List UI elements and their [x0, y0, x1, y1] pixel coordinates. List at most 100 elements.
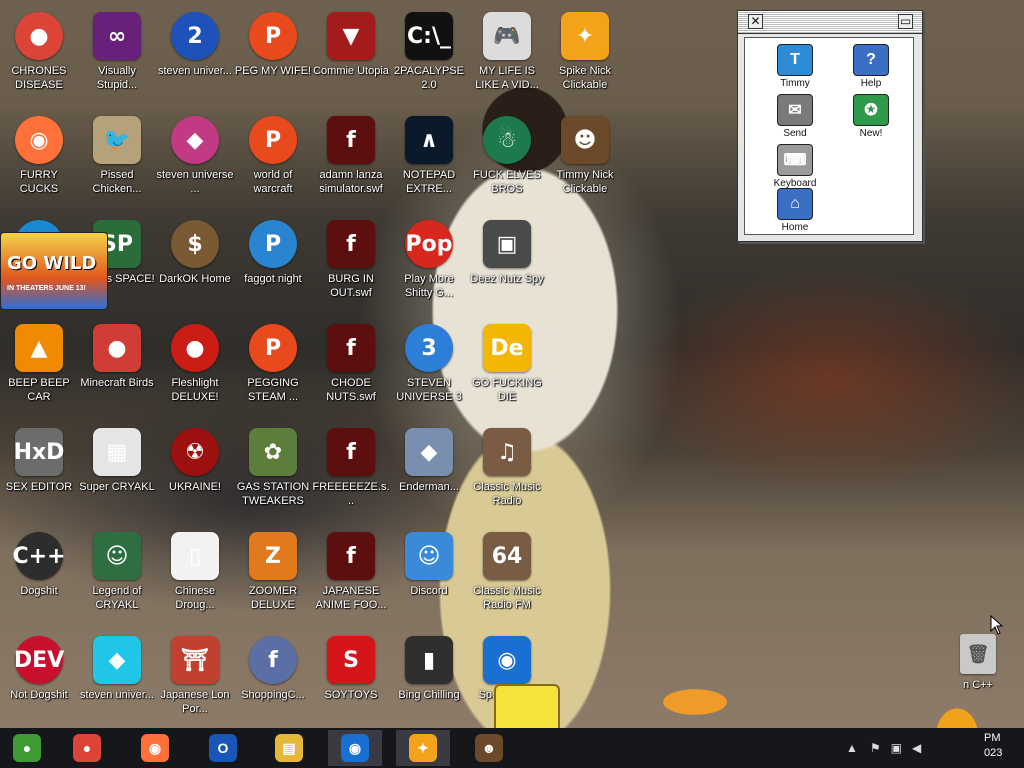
desktop-icon-label: BEEP BEEP CAR [8, 377, 70, 403]
desktop-icon[interactable]: C++ Dogshit [0, 530, 78, 630]
app-icon: ▯ [171, 532, 219, 580]
app-icon: P [249, 220, 297, 268]
desktop-icon[interactable]: ∧ NOTEPAD EXTRE... [390, 114, 468, 214]
desktop-icon-label: Not Dogshit [10, 689, 68, 701]
desktop-icon-label: Play More Shitty G... [404, 273, 454, 299]
app-icon: 3 [405, 324, 453, 372]
taskbar-firefox-button[interactable]: ◉ [128, 730, 182, 766]
taskbar-obama-button[interactable]: O [196, 730, 250, 766]
desktop-icon[interactable]: ✦ Spike Nick Clickable [546, 10, 624, 110]
desktop-icon[interactable]: ▼ Commie Utopia [312, 10, 390, 110]
desktop-icon[interactable]: De GO FUCKING DIE [468, 322, 546, 422]
desktop-icon[interactable]: P PEGGING STEAM ... [234, 322, 312, 422]
desktop-icon[interactable]: f FREEEEEZE.s... [312, 426, 390, 526]
desktop-icon[interactable]: C:\_ 2PACALYPSE 2.0 [390, 10, 468, 110]
launcher-item[interactable]: ⌨ Keyboard [765, 144, 825, 189]
desktop-icon[interactable]: f JAPANESE ANIME FOO... [312, 530, 390, 630]
clock-time: PM [984, 732, 1001, 744]
app-icon: f [249, 636, 297, 684]
flag-icon[interactable]: ⚑ [870, 741, 881, 755]
desktop-icon[interactable]: ✿ GAS STATION TWEAKERS [234, 426, 312, 526]
desktop-icon[interactable]: ▯ Chinese Droug... [156, 530, 234, 630]
desktop-icon[interactable]: S SOYTOYS [312, 634, 390, 728]
desktop-icon[interactable]: 🎮 MY LIFE IS LIKE A VID... [468, 10, 546, 110]
desktop-icon[interactable]: f BURG IN OUT.swf [312, 218, 390, 318]
clock[interactable]: PM 023 [984, 731, 1024, 761]
chrome-alt-icon: ● [13, 734, 41, 762]
app-icon: ▼ [327, 12, 375, 60]
desktop-icon[interactable]: 3 STEVEN UNIVERSE 3 [390, 322, 468, 422]
desktop-icon[interactable]: ♫ Classic Music Radio [468, 426, 546, 526]
taskbar-chrome-alt-button[interactable]: ● [0, 730, 54, 766]
desktop-icon[interactable]: ● Fleshlight DELUXE! [156, 322, 234, 422]
desktop-icon[interactable]: ∞ Visually Stupid... [78, 10, 156, 110]
collapse-icon[interactable]: ▭ [898, 14, 913, 29]
desktop-icon[interactable]: ⛩ Japanese Lon Por... [156, 634, 234, 728]
desktop-icon-label: PEGGING STEAM ... [247, 377, 299, 403]
volume-icon[interactable]: ◀ [912, 741, 921, 755]
desktop-icon[interactable]: Pworld of warcraft [234, 114, 312, 214]
desktop-icon-label: steven univer... [158, 65, 232, 77]
launcher-item[interactable]: ✉ Send [765, 94, 825, 139]
app-icon: De [483, 324, 531, 372]
desktop-icon[interactable]: ▲ BEEP BEEP CAR [0, 322, 78, 422]
desktop-icon[interactable]: ▣ Deez Nutz Spy [468, 218, 546, 318]
app-icon: Pop [405, 220, 453, 268]
taskbar-timmy-nick-button[interactable]: ☻ [462, 730, 516, 766]
app-icon: DEV [14, 636, 64, 684]
desktop-icon[interactable]: ● Minecraft Birds [78, 322, 156, 422]
desktop-icon[interactable]: Pop Play More Shitty G... [390, 218, 468, 318]
dog-sticker [640, 672, 744, 722]
app-icon: ⛩ [171, 636, 219, 684]
desktop-icon-label: SOYTOYS [324, 689, 378, 701]
desktop-icon[interactable]: DEV Not Dogshit [0, 634, 78, 728]
launcher-item[interactable]: ✪ New! [841, 94, 901, 139]
launcher-item[interactable]: ? Help [841, 44, 901, 89]
desktop-icon[interactable]: 2 steven univer... [156, 10, 234, 110]
desktop-icon[interactable]: f CHODE NUTS.swf [312, 322, 390, 422]
app-icon: P [249, 116, 297, 164]
desktop-icon[interactable]: ☃ FUCK ELVES BROS [468, 114, 546, 214]
window-title-bar[interactable]: ✕ ▭ [738, 11, 922, 34]
desktop-icon[interactable]: ◆ steven universe ... [156, 114, 234, 214]
desktop-icon[interactable]: P PEG MY WIFE! [234, 10, 312, 110]
go-wild-banner[interactable]: GO WILD IN THEATERS JUNE 13! [0, 232, 108, 310]
launcher-item-icon: ✪ [853, 94, 889, 126]
desktop-icon[interactable]: ☻ Timmy Nick Clickable [546, 114, 624, 214]
app-icon: f [327, 116, 375, 164]
system-tray: ▲ ⚑ ▣ ◀ [846, 728, 921, 768]
desktop-icon-label: CHRONES DISEASE [11, 65, 67, 91]
launcher-item[interactable]: T Timmy [765, 44, 825, 89]
desktop-icon[interactable]: 64 Classic Music Radio FM [468, 530, 546, 630]
desktop-icon[interactable]: ☢ UKRAINE! [156, 426, 234, 526]
app-icon: ☢ [171, 428, 219, 476]
desktop-icon[interactable]: $ DarkOK Home [156, 218, 234, 318]
desktop-icon-label: DarkOK Home [159, 273, 231, 285]
desktop-icon[interactable]: Pfaggot night [234, 218, 312, 318]
desktop-icon[interactable]: ◉ FURRY CUCKS [0, 114, 78, 214]
close-icon[interactable]: ✕ [748, 14, 763, 29]
show-hidden-icons-icon[interactable]: ▲ [846, 741, 858, 755]
taskbar-chrome-button[interactable]: ● [60, 730, 114, 766]
desktop-icon-label: adamn lanza simulator.swf [319, 169, 383, 195]
taskbar-file-explorer-button[interactable]: ▤ [262, 730, 316, 766]
desktop-icon[interactable]: ▦ Super CRYAKL [78, 426, 156, 526]
desktop-icon[interactable]: ☺ Discord [390, 530, 468, 630]
desktop-icon[interactable]: ● CHRONES DISEASE [0, 10, 78, 110]
desktop-icon-label: PEG MY WIFE! [234, 65, 312, 77]
desktop-icon[interactable]: ◆ Enderman... [390, 426, 468, 526]
taskbar-spongebob-game-button[interactable]: ◉ [328, 730, 382, 766]
taskbar-spike-nick-button[interactable]: ✦ [396, 730, 450, 766]
network-icon[interactable]: ▣ [891, 741, 902, 755]
desktop-icon[interactable]: f adamn lanza simulator.swf [312, 114, 390, 214]
desktop-icon[interactable]: ☺ Legend of CRYAKL [78, 530, 156, 630]
desktop-icon[interactable]: Z ZOOMER DELUXE [234, 530, 312, 630]
desktop-icon[interactable]: f ShoppingC... [234, 634, 312, 728]
desktop-icon[interactable]: ▮ Bing Chilling [390, 634, 468, 728]
app-icon: HxD [14, 428, 64, 476]
mac-launcher-window[interactable]: ✕ ▭ T Timmy ? Help ✉ Send ✪ New! ⌨ Keyboard ⌂ Home [737, 10, 923, 242]
desktop-icon[interactable]: 🐦 Pissed Chicken... [78, 114, 156, 214]
desktop-icon[interactable]: HxD SEX EDITOR [0, 426, 78, 526]
desktop-icon[interactable]: ◆ steven univer... [78, 634, 156, 728]
launcher-item[interactable]: ⌂ Home [765, 188, 825, 233]
